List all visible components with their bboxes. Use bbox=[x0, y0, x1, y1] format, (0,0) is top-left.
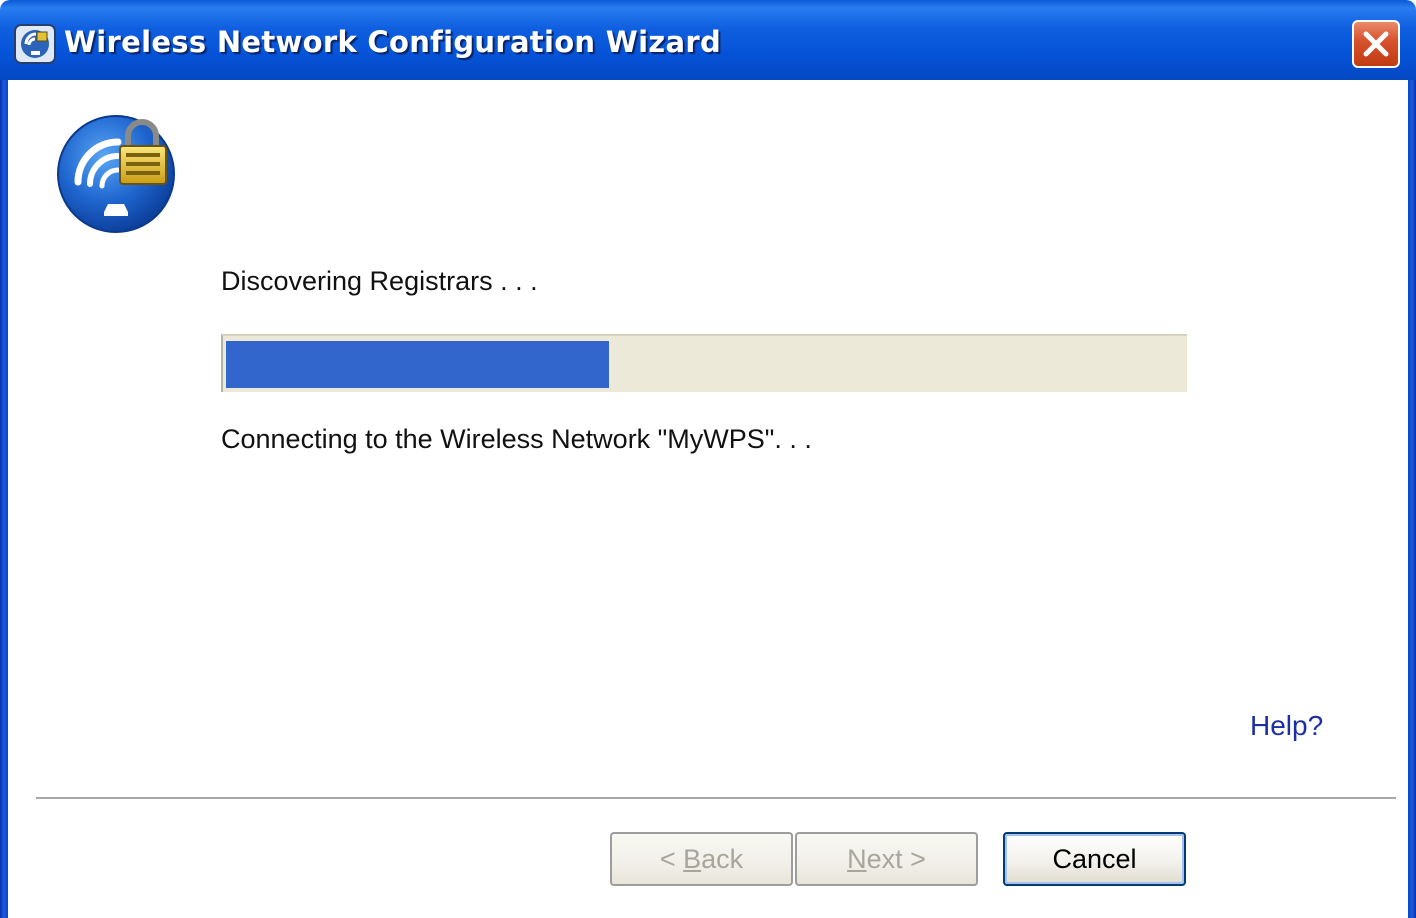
cancel-button[interactable]: Cancel bbox=[1003, 832, 1186, 886]
wireless-lock-icon bbox=[57, 115, 175, 233]
back-button-rest: ack bbox=[701, 844, 744, 874]
title-bar[interactable]: Wireless Network Configuration Wizard bbox=[0, 0, 1416, 80]
window-border-right bbox=[1408, 80, 1416, 918]
status-label: Discovering Registrars . . . bbox=[221, 266, 538, 296]
window-title: Wireless Network Configuration Wizard bbox=[64, 25, 722, 59]
next-button-mnemonic: N bbox=[847, 844, 867, 874]
close-button[interactable] bbox=[1352, 20, 1400, 68]
wizard-content: Discovering Registrars . . . Connecting … bbox=[8, 80, 1408, 918]
back-button[interactable]: < Back bbox=[610, 832, 793, 886]
progress-fill bbox=[226, 341, 609, 388]
close-icon bbox=[1363, 31, 1389, 57]
back-button-prefix: < bbox=[659, 844, 684, 874]
next-button-suffix: > bbox=[902, 844, 926, 874]
next-button[interactable]: Next > bbox=[795, 832, 978, 886]
window-border-left bbox=[0, 80, 8, 918]
next-button-rest: ext bbox=[866, 844, 903, 874]
help-link[interactable]: Help? bbox=[1250, 710, 1323, 742]
connection-message: Connecting to the Wireless Network "MyWP… bbox=[221, 424, 812, 454]
back-button-mnemonic: B bbox=[683, 844, 702, 874]
separator bbox=[36, 797, 1396, 800]
wireless-wizard-icon bbox=[14, 24, 56, 64]
progress-bar bbox=[221, 334, 1187, 392]
wizard-window: Wireless Network Configuration Wizard Di… bbox=[0, 0, 1416, 918]
